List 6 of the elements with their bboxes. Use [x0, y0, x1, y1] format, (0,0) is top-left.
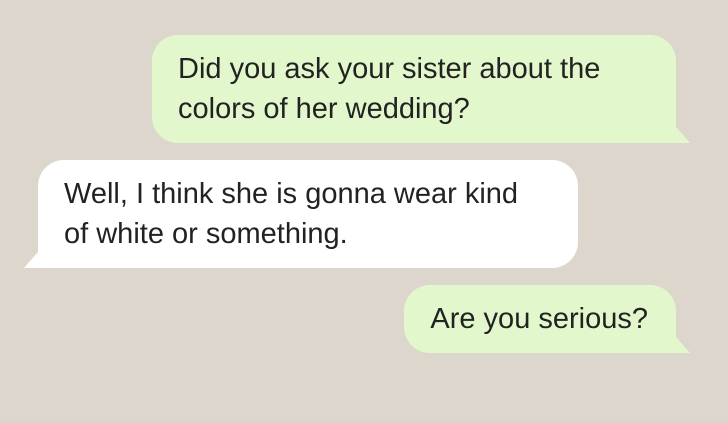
message-bubble: Did you ask your sister about the colors of her wedding?: [152, 35, 676, 143]
bubble-tail: [24, 252, 38, 268]
bubble-tail: [676, 337, 690, 353]
bubble-tail: [676, 127, 690, 143]
message-bubble: Well, I think she is gonna wear kind of white or something.: [38, 160, 578, 268]
message-bubble: Are you serious?: [404, 285, 676, 353]
